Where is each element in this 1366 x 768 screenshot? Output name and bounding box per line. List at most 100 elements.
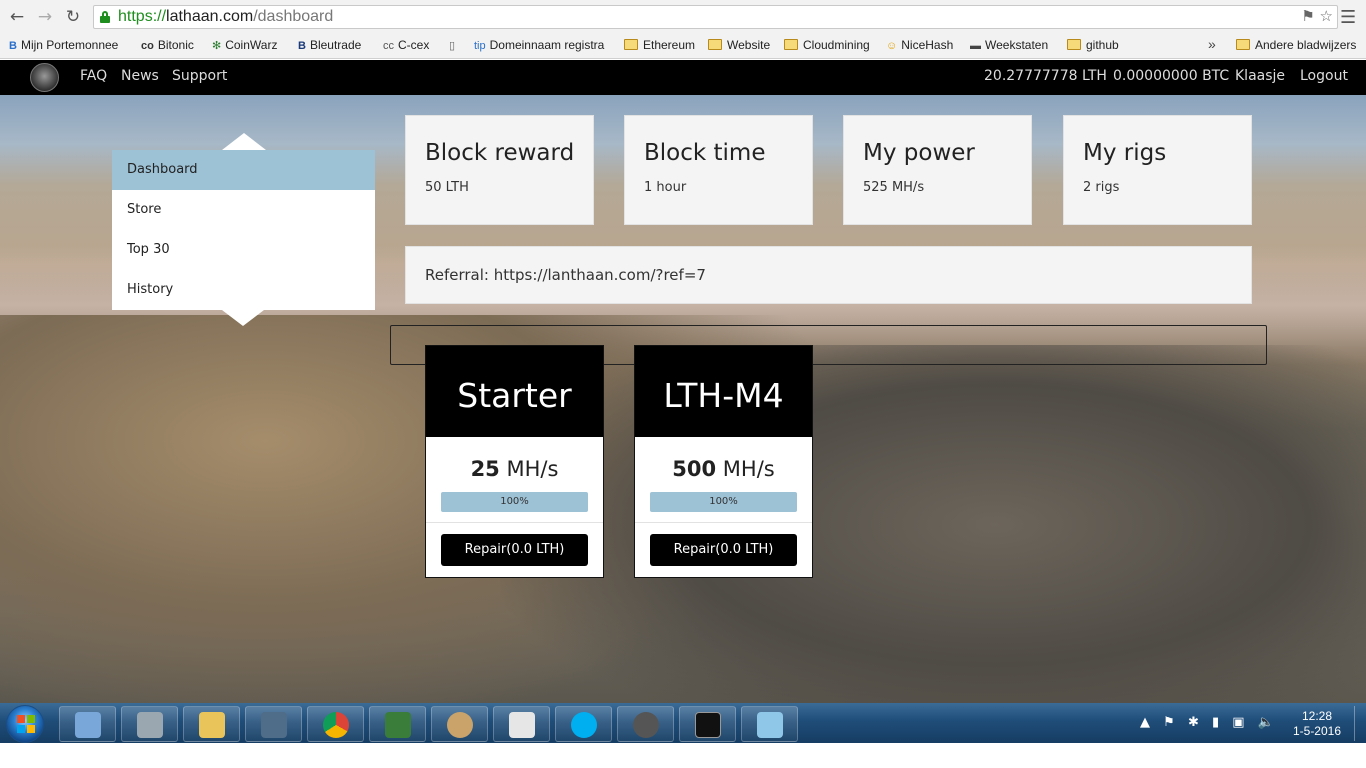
computer-icon — [261, 712, 287, 738]
site-logo-icon[interactable] — [30, 63, 59, 92]
show-desktop-button[interactable] — [1354, 706, 1364, 741]
sidebar-item-history[interactable]: History — [112, 270, 375, 310]
skype-icon — [571, 712, 597, 738]
sidebar-item-top30[interactable]: Top 30 — [112, 230, 375, 270]
stat-title: Block time — [644, 140, 766, 166]
windows-logo-icon — [17, 715, 35, 733]
bookmark-item[interactable]: B Mijn Portemonnee — [9, 38, 118, 52]
taskbar-wallet[interactable] — [617, 706, 674, 742]
bookmark-item[interactable]: ▬ Weekstaten — [970, 38, 1048, 52]
start-button[interactable] — [6, 705, 44, 743]
menu-arrow-down — [222, 310, 264, 326]
folder-icon — [784, 39, 798, 50]
rig-name: Starter — [426, 346, 603, 437]
tray-expand-icon[interactable]: ▲ — [1140, 715, 1150, 730]
taskbar-cmd[interactable] — [679, 706, 736, 742]
url-text: https://lathaan.com/dashboard — [118, 8, 334, 25]
bookmark-item[interactable]: cc C-cex — [383, 38, 429, 52]
back-icon[interactable]: ← — [6, 6, 28, 28]
notes-icon — [757, 712, 783, 738]
taskbar-remote-desktop[interactable] — [245, 706, 302, 742]
nav-support[interactable]: Support — [172, 68, 227, 84]
clock[interactable]: 12:28 1-5-2016 — [1282, 709, 1352, 739]
bookmark-folder[interactable]: github — [1067, 38, 1119, 52]
network-tray-icon[interactable]: ▣ — [1232, 715, 1244, 730]
taskbar-chrome[interactable] — [307, 706, 364, 742]
menu-arrow-up — [222, 133, 266, 150]
sidebar-item-store[interactable]: Store — [112, 190, 375, 230]
clock-date: 1-5-2016 — [1292, 724, 1342, 738]
stat-value: 525 MH/s — [863, 180, 925, 195]
browser-toolbar: ← → ↻ https://lathaan.com/dashboard ⚑ ☆ … — [0, 0, 1366, 34]
address-bar[interactable]: https://lathaan.com/dashboard ⚑ ☆ — [93, 5, 1338, 29]
bookmark-item[interactable]: tip Domeinnaam registra — [474, 38, 604, 52]
browser-menu-icon[interactable]: ☰ — [1340, 7, 1356, 28]
system-tray: ▲ ⚑ ✱ ▮ ▣ 🔈 — [1140, 715, 1283, 730]
terminal-icon — [695, 712, 721, 738]
paint-icon — [447, 712, 473, 738]
wallet-logo-icon — [633, 712, 659, 738]
lock-icon — [100, 11, 110, 23]
page-icon: ▯ — [449, 40, 456, 52]
chrome-icon — [323, 712, 349, 738]
bookmark-folder[interactable]: Ethereum — [624, 38, 695, 52]
taskbar-explorer[interactable] — [183, 706, 240, 742]
bookmark-star-icon[interactable]: ☆ — [1320, 7, 1333, 25]
folder-icon — [1067, 39, 1081, 50]
bookmarks-overflow-icon[interactable]: » — [1208, 36, 1216, 52]
s-app-icon — [385, 712, 411, 738]
repair-button[interactable]: Repair(0.0 LTH) — [650, 534, 797, 566]
nav-news[interactable]: News — [121, 68, 159, 84]
volume-icon[interactable]: 🔈 — [1258, 715, 1274, 730]
bookmark-item[interactable]: B Bleutrade — [298, 38, 361, 52]
bookmark-item[interactable]: ▯ — [449, 38, 459, 52]
taskbar-s-app[interactable] — [369, 706, 426, 742]
taskbar-skype[interactable] — [555, 706, 612, 742]
extension-icon[interactable]: ⚑ — [1301, 7, 1314, 25]
bleutrade-icon: B — [298, 40, 306, 52]
bookmark-item[interactable]: ☺ NiceHash — [886, 38, 953, 52]
referral-box: Referral: https://lanthaan.com/?ref=7 — [405, 246, 1252, 304]
bookmark-folder[interactable]: Cloudmining — [784, 38, 870, 52]
taskbar-security-app[interactable] — [121, 706, 178, 742]
stat-card-block-reward: Block reward 50 LTH — [405, 115, 594, 225]
taskbar: ▲ ⚑ ✱ ▮ ▣ 🔈 12:28 1-5-2016 — [0, 703, 1366, 743]
reload-icon[interactable]: ↻ — [62, 6, 84, 28]
network-icon — [75, 712, 101, 738]
bookmark-item[interactable]: ✻ CoinWarz — [212, 38, 277, 52]
bookmarks-bar: B Mijn Portemonnee co Bitonic ✻ CoinWarz BB… — [0, 34, 1366, 59]
stat-title: Block reward — [425, 140, 575, 166]
nav-faq[interactable]: FAQ — [80, 68, 107, 84]
bookmark-item[interactable]: co Bitonic — [141, 38, 194, 52]
sidebar-item-dashboard[interactable]: Dashboard — [112, 150, 375, 190]
referral-link[interactable]: Referral: https://lanthaan.com/?ref=7 — [425, 266, 706, 284]
bitcoin-icon: B — [9, 40, 17, 52]
stat-card-block-time: Block time 1 hour — [624, 115, 813, 225]
rig-condition-bar: 100% — [441, 492, 588, 512]
clock-time: 12:28 — [1301, 709, 1333, 723]
other-bookmarks[interactable]: Andere bladwijzers — [1236, 38, 1356, 52]
user-link[interactable]: Klaasje — [1235, 68, 1285, 84]
main-content: Dashboard Store Top 30 History Block rew… — [0, 95, 1366, 703]
stat-card-my-rigs: My rigs 2 rigs — [1063, 115, 1252, 225]
sidebar-menu: Dashboard Store Top 30 History — [112, 150, 375, 310]
tray-power-icon[interactable]: ▮ — [1212, 715, 1219, 730]
repair-button[interactable]: Repair(0.0 LTH) — [441, 534, 588, 566]
bitonic-icon: co — [141, 40, 154, 52]
tray-app-icon[interactable]: ✱ — [1188, 715, 1199, 730]
bookmark-folder[interactable]: Website — [708, 38, 770, 52]
taskbar-paint[interactable] — [431, 706, 488, 742]
folder-icon — [708, 39, 722, 50]
taskbar-network-app[interactable] — [59, 706, 116, 742]
rig-hashrate: 500 MH/s — [672, 457, 775, 481]
rig-card-starter: Starter 25 MH/s 100% Repair(0.0 LTH) — [425, 345, 604, 578]
lock-app-icon — [137, 712, 163, 738]
action-center-icon[interactable]: ⚑ — [1163, 715, 1175, 730]
folder-icon — [1236, 39, 1250, 50]
forward-icon[interactable]: → — [34, 6, 56, 28]
taskbar-notepad[interactable] — [493, 706, 550, 742]
tip-icon: tip — [474, 40, 486, 52]
taskbar-notes[interactable] — [741, 706, 798, 742]
ccex-icon: cc — [383, 40, 394, 52]
logout-link[interactable]: Logout — [1300, 68, 1348, 84]
